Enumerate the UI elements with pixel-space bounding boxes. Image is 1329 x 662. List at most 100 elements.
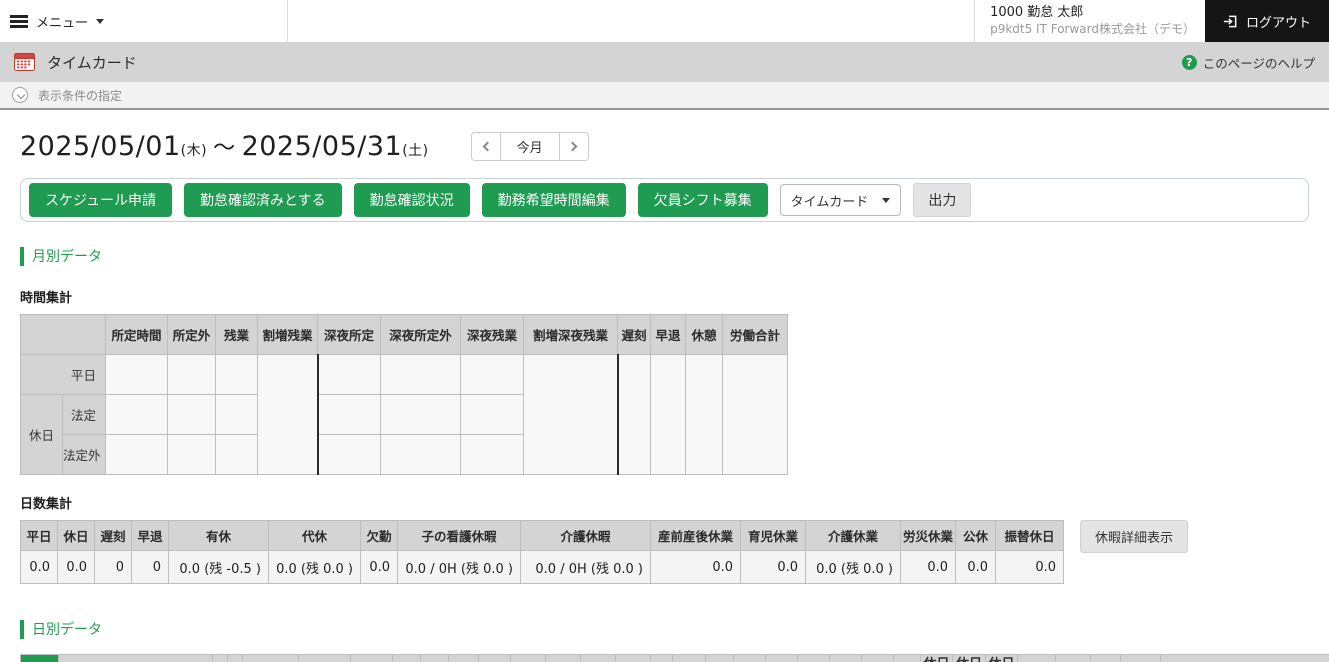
corner-cell	[20, 314, 106, 355]
col-header	[1055, 654, 1091, 662]
period-end-date: 2025/05/31	[241, 131, 403, 162]
display-condition-bar[interactable]: 表示条件の指定	[0, 82, 1329, 110]
col-header	[650, 654, 673, 662]
vacancy-shift-recruit-button[interactable]: 欠員シフト募集	[637, 183, 768, 217]
daily-table-clip: 編集 時間帯 勤務日 休憩 休憩 深夜 深夜 深夜 休日 休日 休日 休日	[20, 654, 1329, 662]
work-hope-time-edit-button[interactable]: 勤務希望時間編集	[481, 183, 626, 217]
cell-merged	[650, 354, 686, 475]
export-type-select[interactable]: タイムカード	[779, 184, 902, 216]
help-icon: ?	[1181, 54, 1197, 70]
time-summary-heading: 時間集計	[20, 291, 73, 306]
next-month-button[interactable]	[558, 132, 588, 160]
col-header: 育児休業	[740, 520, 806, 551]
col-header: 介護休暇	[520, 520, 651, 551]
chevron-down-circle-icon[interactable]	[12, 87, 28, 103]
vacation-detail-button[interactable]: 休暇詳細表示	[1080, 520, 1189, 553]
col-header	[545, 654, 581, 662]
weekday-row: 平日	[20, 354, 788, 475]
col-header	[1017, 654, 1056, 662]
prev-month-button[interactable]	[471, 132, 501, 160]
col-header: 休日	[952, 654, 986, 662]
col-header: 休日	[861, 654, 894, 662]
edit-column-header: 編集	[20, 654, 59, 662]
value-cell: 0.0	[900, 550, 956, 584]
this-month-button[interactable]: 今月	[500, 132, 559, 160]
page-help-link[interactable]: ? このページのヘルプ	[1181, 53, 1315, 72]
col-header: 労働	[1120, 654, 1161, 662]
col-header: 休日	[893, 654, 921, 662]
day-summary-heading: 日数集計	[20, 497, 73, 512]
cell	[105, 394, 168, 435]
col-header: 労働合計	[722, 314, 788, 355]
monthly-data-section-title: 月別データ	[20, 246, 1309, 266]
col-header: 早退	[131, 520, 169, 551]
col-header	[510, 654, 546, 662]
cell-merged	[616, 354, 651, 475]
cell	[380, 354, 461, 395]
col-header: 残業	[215, 314, 258, 355]
time-summary-table: 所定時間 所定外 残業 割増残業 深夜所定 深夜所定外 深夜残業 割増深夜残業 …	[20, 314, 788, 475]
cell	[316, 394, 381, 435]
col-header	[227, 654, 243, 662]
col-header: 深夜所定外	[380, 314, 461, 355]
row-label-nonlegal: 法定外	[62, 434, 106, 475]
cell	[167, 394, 216, 435]
col-header	[615, 654, 651, 662]
col-header: 産前産後休業	[650, 520, 741, 551]
logout-button[interactable]: ログアウト	[1204, 0, 1329, 42]
value-cell: 0.0	[740, 550, 806, 584]
daily-header-row: 編集 時間帯 勤務日 休憩 休憩 深夜 深夜 深夜 休日 休日 休日 休日	[20, 654, 1329, 662]
col-header: 深夜	[733, 654, 766, 662]
topbar-divider	[974, 0, 975, 42]
logout-icon	[1223, 15, 1237, 27]
logout-label: ログアウト	[1245, 14, 1311, 30]
cell	[215, 354, 258, 395]
cell-merged	[722, 354, 788, 475]
attendance-confirm-status-button[interactable]: 勤怠確認状況	[353, 183, 470, 217]
col-header: 休憩	[685, 314, 723, 355]
day-summary-header-row: 平日 休日 遅刻 早退 有休 代休 欠勤 子の看護休暇 介護休暇 産前産後休業 …	[20, 520, 1064, 551]
col-header	[672, 654, 706, 662]
row-label-holiday: 休日	[20, 394, 63, 475]
period-start-date: 2025/05/01	[20, 131, 181, 162]
export-button[interactable]: 出力	[913, 183, 972, 217]
cell	[167, 434, 216, 475]
title-bar: タイムカード ? このページのヘルプ	[0, 42, 1329, 82]
col-header	[392, 654, 421, 662]
day-summary-value-row: 0.0 0.0 0 0 0.0 (残 -0.5 ) 0.0 (残 0.0 ) 0…	[20, 550, 1064, 584]
col-header: 休日	[829, 654, 862, 662]
col-header: 有休	[168, 520, 269, 551]
value-cell: 0.0	[995, 550, 1064, 584]
value-cell: 0.0 / 0H (残 0.0 )	[397, 550, 521, 584]
action-toolbar: スケジュール申請 勤怠確認済みとする 勤怠確認状況 勤務希望時間編集 欠員シフト…	[20, 178, 1309, 222]
value-cell: 0.0	[20, 550, 58, 584]
col-header: 遅刻	[617, 314, 651, 355]
cell-merged	[685, 354, 723, 475]
period-tilde: ～	[213, 136, 236, 161]
col-header: 振替休日	[995, 520, 1064, 551]
cell	[380, 394, 461, 435]
value-cell: 0	[94, 550, 132, 584]
row-label-legal: 法定	[62, 394, 106, 435]
day-summary-table: 平日 休日 遅刻 早退 有休 代休 欠勤 子の看護休暇 介護休暇 産前産後休業 …	[20, 520, 1064, 584]
value-cell: 0.0 / 0H (残 0.0 )	[520, 550, 651, 584]
col-header: 労災休業	[900, 520, 956, 551]
cell	[167, 354, 216, 395]
schedule-request-button[interactable]: スケジュール申請	[29, 183, 173, 217]
help-label: このページのヘルプ	[1202, 55, 1315, 71]
col-header	[1090, 654, 1121, 662]
value-cell: 0.0 (残 -0.5 )	[168, 550, 269, 584]
col-header	[1160, 654, 1329, 662]
col-header: 割増深夜残業	[523, 314, 618, 355]
calendar-icon	[14, 53, 35, 71]
menu-button[interactable]: メニュー	[10, 0, 105, 42]
cell	[460, 354, 524, 395]
attendance-confirm-button[interactable]: 勤怠確認済みとする	[184, 183, 342, 217]
display-condition-label: 表示条件の指定	[38, 88, 123, 103]
col-header: 公休	[955, 520, 996, 551]
month-nav: 今月	[470, 131, 589, 161]
cell	[215, 434, 258, 475]
col-header: 休日	[985, 654, 1018, 662]
topbar-divider	[287, 0, 288, 42]
col-header: 休日	[920, 654, 953, 662]
